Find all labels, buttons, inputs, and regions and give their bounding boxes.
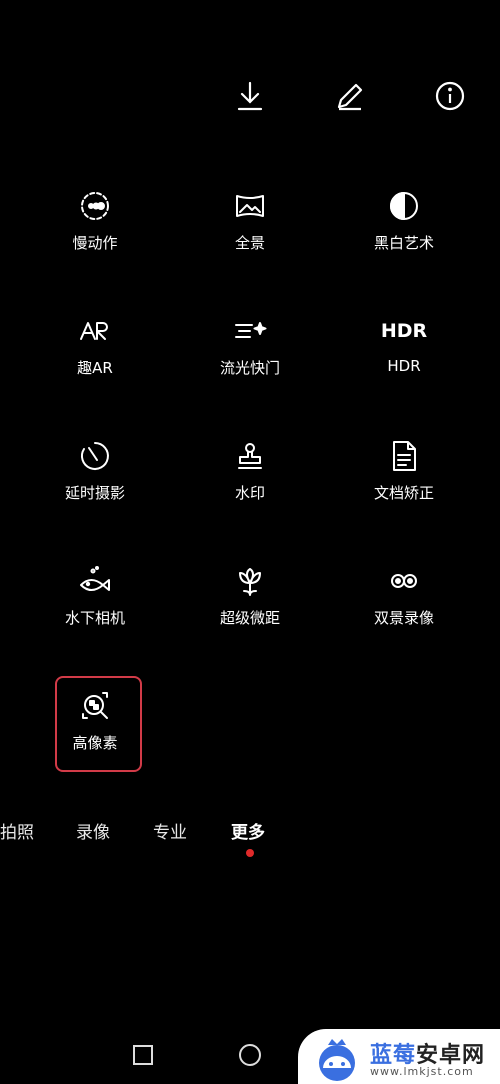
tab-photo[interactable]: 拍照: [0, 818, 34, 843]
mode-hdr[interactable]: HDR HDR: [344, 313, 464, 375]
mode-label: 延时摄影: [64, 484, 125, 502]
active-tab-indicator: [246, 849, 254, 857]
info-icon[interactable]: [432, 78, 468, 114]
mode-label: 高像素: [72, 734, 118, 752]
mode-label: 全景: [234, 234, 265, 252]
home-icon[interactable]: [238, 1043, 262, 1067]
ar-icon: [80, 322, 108, 340]
mode-label: 水下相机: [64, 609, 125, 627]
mode-document[interactable]: 文档矫正: [344, 438, 464, 503]
mode-label: 文档矫正: [373, 484, 434, 502]
mode-label: 趣AR: [77, 359, 113, 377]
watermark-logo: 蓝莓安卓网 www.lmkjst.com: [298, 1029, 500, 1084]
underwater-fish-icon: [80, 566, 110, 591]
mode-label: 水印: [234, 484, 265, 502]
monochrome-icon: [390, 192, 418, 220]
dual-view-icon: [391, 574, 417, 588]
mode-label: 超级微距: [219, 609, 280, 627]
light-painting-icon: [235, 322, 267, 338]
mode-label: 流光快门: [219, 359, 280, 377]
mode-watermark-stamp[interactable]: 水印: [190, 438, 310, 503]
mode-light-painting[interactable]: 流光快门: [190, 313, 310, 378]
download-icon[interactable]: [232, 78, 268, 114]
high-resolution-icon: [82, 692, 108, 719]
slow-motion-icon: [81, 192, 109, 220]
mode-slow-motion[interactable]: 慢动作: [35, 188, 155, 253]
document-icon: [393, 441, 416, 471]
watermark-stamp-icon: [238, 443, 262, 469]
mode-underwater-fish[interactable]: 水下相机: [35, 563, 155, 628]
mode-label: 双景录像: [373, 609, 434, 627]
camera-more-screen: 慢动作 全景 黑白艺术趣AR 流光快门 HDR HDR 延时摄影 水印 文档矫正水下相机 超级微距…: [0, 0, 500, 1084]
mode-dual-view[interactable]: 双景录像: [344, 563, 464, 628]
macro-flower-icon: [239, 568, 261, 596]
panorama-icon: [236, 195, 264, 217]
recent-apps-icon[interactable]: [132, 1044, 154, 1066]
hdr-icon: HDR: [380, 320, 428, 342]
edit-icon[interactable]: [332, 78, 368, 114]
tab-pro[interactable]: 专业: [153, 818, 187, 843]
tab-video[interactable]: 录像: [76, 818, 110, 843]
mode-label: 黑白艺术: [373, 234, 434, 252]
mode-high-resolution[interactable]: 高像素: [35, 688, 155, 753]
tab-more[interactable]: 更多: [231, 818, 265, 843]
timelapse-icon: [81, 442, 109, 470]
android-logo-icon: [319, 1039, 355, 1081]
mode-label: 慢动作: [72, 234, 118, 252]
mode-timelapse[interactable]: 延时摄影: [35, 438, 155, 503]
mode-monochrome[interactable]: 黑白艺术: [344, 188, 464, 253]
mode-ar[interactable]: 趣AR: [35, 313, 155, 378]
mode-macro-flower[interactable]: 超级微距: [190, 563, 310, 628]
mode-panorama[interactable]: 全景: [190, 188, 310, 253]
mode-label: HDR: [387, 357, 421, 375]
